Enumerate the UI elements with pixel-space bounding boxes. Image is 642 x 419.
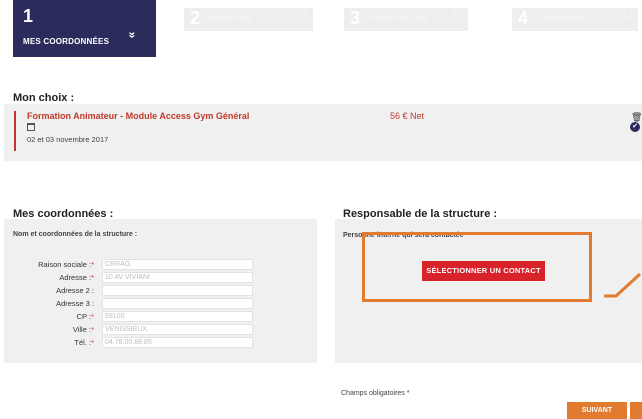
adresse-input[interactable] xyxy=(102,272,253,283)
calendar-icon xyxy=(27,123,35,131)
step-status-icon xyxy=(623,9,632,18)
choice-accent-bar xyxy=(14,111,16,151)
form-row-adresse-2: Adresse 2 : xyxy=(0,285,300,296)
field-label: Raison sociale :* xyxy=(38,260,94,269)
step-3-number: 3 xyxy=(350,8,361,28)
formation-dates: 02 et 03 novembre 2017 xyxy=(27,135,109,144)
step-status-icon xyxy=(453,9,462,18)
field-label: Ville :* xyxy=(72,325,94,334)
step-4-number: 4 xyxy=(518,8,529,28)
step-4-label: CONFIRMATION xyxy=(537,17,583,23)
chevron-down-icon[interactable]: » xyxy=(126,32,140,39)
ville-input[interactable] xyxy=(102,324,253,335)
step-1-tab[interactable]: 1 MES COORDONNÉES » xyxy=(13,0,156,57)
raison-sociale-input[interactable] xyxy=(102,259,253,270)
field-label: Adresse 2 : xyxy=(56,286,94,295)
form-row-adresse: Adresse :* xyxy=(0,272,300,283)
form-row-tel: Tél. :* xyxy=(0,337,300,348)
step-1-label: MES COORDONNÉES xyxy=(23,37,110,46)
step-4-tab[interactable]: 4 CONFIRMATION xyxy=(512,8,638,31)
formation-price: 56 € Net xyxy=(390,111,425,121)
field-label: Adresse 3 : xyxy=(56,299,94,308)
form-row-ville: Ville :* xyxy=(0,324,300,335)
check-circle-icon: ✔ xyxy=(630,122,640,132)
cp-input[interactable] xyxy=(102,311,253,322)
field-label: Tél. :* xyxy=(74,338,94,347)
step-3-label: PAIEMENT EN LIGNE xyxy=(369,17,429,23)
step-2-label: INSCRIPTIONS xyxy=(209,17,252,23)
field-label: CP :* xyxy=(76,312,94,321)
coordinates-subtitle: Nom et coordonnées de la structure : xyxy=(13,231,138,238)
required-fields-note: Champs obligatoires * xyxy=(341,390,410,397)
adresse-3-input[interactable] xyxy=(102,298,253,309)
adresse-2-input[interactable] xyxy=(102,285,253,296)
select-contact-button[interactable]: SÉLECTIONNER UN CONTACT xyxy=(422,261,545,281)
next-button-edge xyxy=(630,402,642,419)
formation-title: Formation Animateur - Module Access Gym … xyxy=(27,111,250,121)
form-row-cp: CP :* xyxy=(0,311,300,322)
step-1-number: 1 xyxy=(23,6,34,26)
annotation-arrow-icon xyxy=(604,272,642,298)
step-status-icon xyxy=(298,9,307,18)
form-row-raison-sociale: Raison sociale :* xyxy=(0,259,300,270)
step-2-tab[interactable]: 2 INSCRIPTIONS xyxy=(184,8,313,31)
tel-input[interactable] xyxy=(102,337,253,348)
field-label: Adresse :* xyxy=(59,273,94,282)
choice-section-title: Mon choix : xyxy=(13,92,75,104)
step-2-number: 2 xyxy=(190,8,201,28)
step-3-tab[interactable]: 3 PAIEMENT EN LIGNE xyxy=(344,8,468,31)
form-row-adresse-3: Adresse 3 : xyxy=(0,298,300,309)
next-button[interactable]: SUIVANT xyxy=(567,402,627,419)
